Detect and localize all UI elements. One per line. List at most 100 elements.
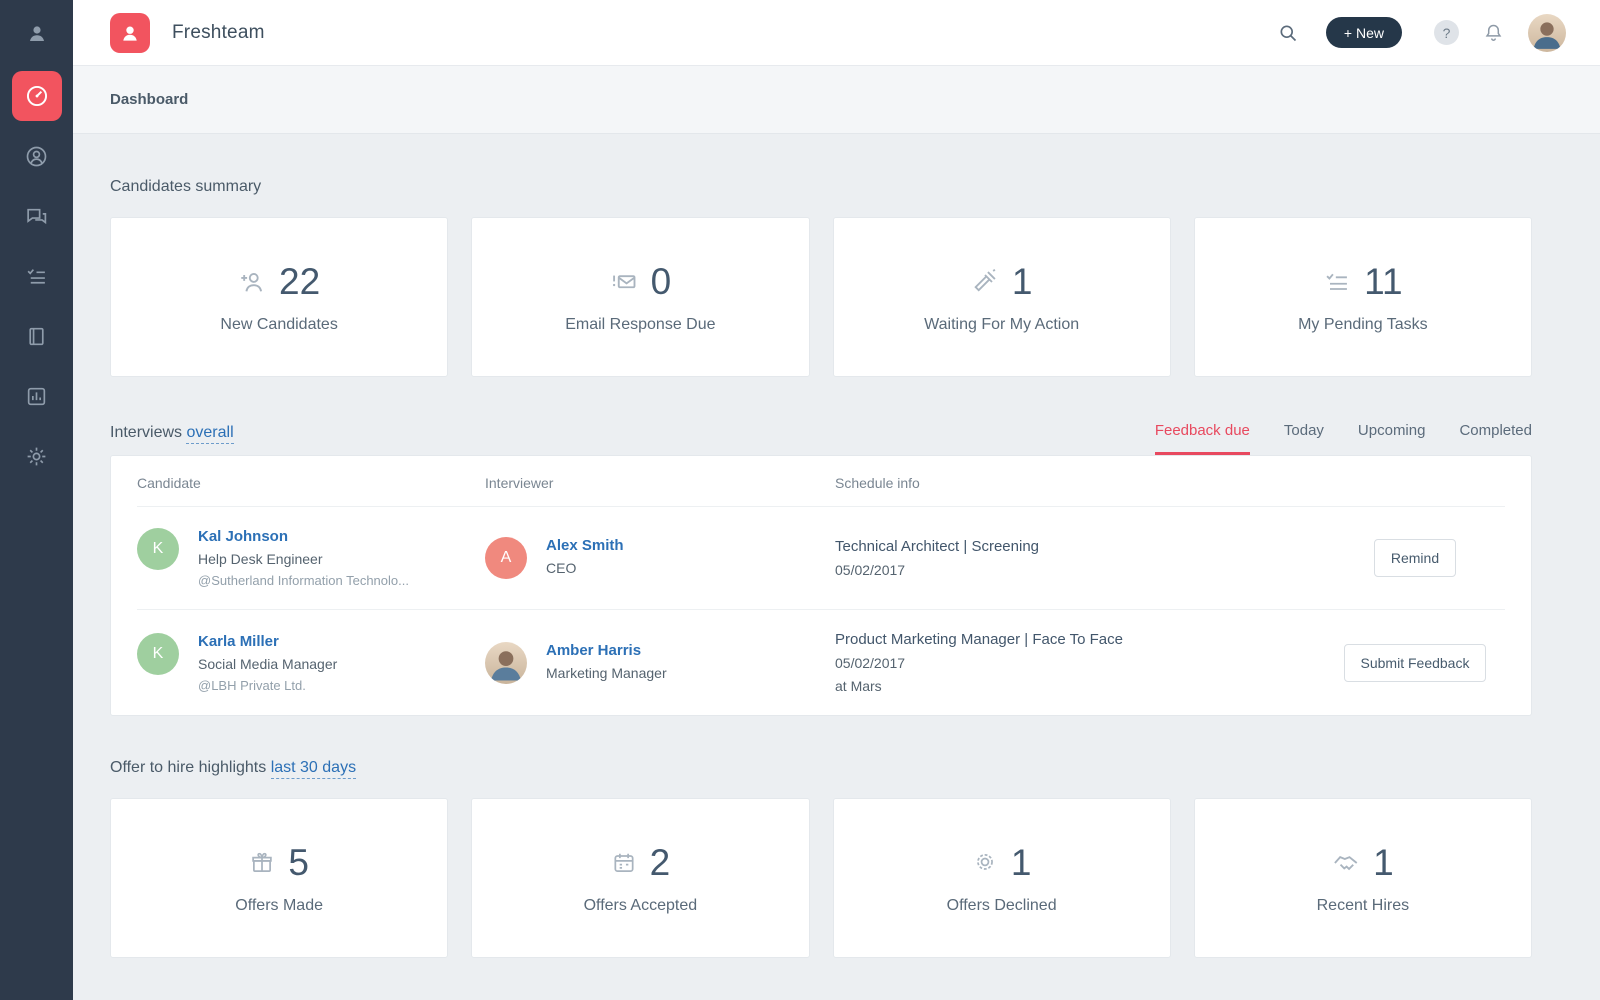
stat-value: 1 (1373, 841, 1394, 883)
avatar: A (485, 537, 527, 579)
offers-title: Offer to hire highlights (110, 759, 267, 776)
calendar-icon (611, 850, 637, 876)
sidebar-item-user[interactable] (0, 0, 73, 66)
stat-value: 2 (649, 841, 671, 883)
column-interviewer: Interviewer (485, 475, 554, 491)
interviews-table-header: Candidate Interviewer Schedule info (137, 456, 1505, 507)
gift-icon (249, 850, 275, 876)
candidates-icon (25, 145, 48, 168)
conversations-icon (25, 205, 48, 228)
dashboard-icon (11, 71, 62, 121)
candidates-summary-title: Candidates summary (110, 178, 262, 195)
freshteam-logo[interactable] (110, 12, 150, 53)
column-schedule-info: Schedule info (835, 475, 920, 491)
candidate-company: @Sutherland Information Technolo... (198, 573, 409, 588)
interviewer-role: CEO (546, 560, 577, 576)
sidebar (0, 0, 73, 1000)
notifications-bell-icon[interactable] (1483, 22, 1504, 43)
sidebar-item-dashboard[interactable] (0, 66, 73, 126)
candidate-company: @LBH Private Ltd. (198, 677, 306, 693)
stat-label: My Pending Tasks (1298, 315, 1428, 333)
tab-completed[interactable]: Completed (1459, 422, 1532, 455)
card-email-response-due[interactable]: 0 Email Response Due (471, 217, 810, 377)
offers-section-head: Offer to hire highlights last 30 days (110, 759, 1532, 779)
table-row: K Kal Johnson Help Desk Engineer @Suther… (137, 507, 1505, 609)
sidebar-item-conversations[interactable] (0, 186, 73, 246)
sidebar-item-settings[interactable] (0, 426, 73, 486)
card-offers-declined[interactable]: 1 Offers Declined (832, 798, 1171, 958)
interviewer-role: Marketing Manager (546, 664, 667, 681)
tab-upcoming[interactable]: Upcoming (1358, 422, 1426, 455)
sidebar-item-reports[interactable] (0, 366, 73, 426)
tab-feedback-due[interactable]: Feedback due (1154, 422, 1250, 455)
interviews-section-head: Interviews overall Feedback due Today Up… (110, 422, 1532, 455)
checklist-icon (1323, 268, 1351, 296)
card-new-candidates[interactable]: 22 New Candidates (110, 217, 449, 377)
interviewer-cell: A Alex Smith CEO (485, 537, 835, 579)
interviewer-cell: Amber Harris Marketing Manager (485, 641, 835, 684)
gavel-icon (971, 268, 999, 296)
badge-icon (972, 850, 998, 876)
stat-value: 0 (650, 260, 672, 302)
email-alert-icon (610, 268, 638, 296)
card-waiting-for-my-action[interactable]: 1 Waiting For My Action (832, 217, 1171, 377)
card-offers-accepted[interactable]: 2 Offers Accepted (471, 798, 810, 958)
card-offers-made[interactable]: 5 Offers Made (110, 798, 449, 958)
card-recent-hires[interactable]: 1 Recent Hires (1193, 798, 1532, 958)
interviews-tabs: Feedback due Today Upcoming Completed (1154, 422, 1532, 455)
stat-value: 22 (279, 260, 321, 302)
interviews-title: Interviews (110, 424, 183, 441)
candidate-name-link[interactable]: Kal Johnson (198, 528, 409, 545)
stat-label: Waiting For My Action (924, 315, 1080, 333)
card-my-pending-tasks[interactable]: 11 My Pending Tasks (1193, 217, 1532, 377)
breadcrumb-bar: Dashboard (73, 66, 1600, 134)
interviewer-name-link[interactable]: Amber Harris (546, 642, 667, 659)
submit-feedback-button[interactable]: Submit Feedback (1343, 643, 1487, 682)
stat-label: Email Response Due (565, 315, 716, 333)
stat-label: Offers Made (235, 896, 323, 914)
schedule-date: 05/02/2017 (835, 655, 906, 671)
candidate-name-link[interactable]: Karla Miller (198, 633, 337, 650)
stat-label: Recent Hires (1316, 896, 1410, 914)
profile-avatar[interactable] (1528, 13, 1566, 52)
job-postings-icon (25, 325, 48, 348)
interviews-table: Candidate Interviewer Schedule info K Ka… (110, 455, 1532, 716)
avatar: K (137, 528, 179, 570)
stat-label: Offers Declined (946, 896, 1057, 914)
breadcrumb[interactable]: Dashboard (110, 91, 188, 108)
dashboard-content: Candidates summary 22 New Candidates 0 E… (73, 134, 1600, 1000)
tab-today[interactable]: Today (1284, 422, 1324, 455)
schedule-position: Technical Architect | Screening (835, 538, 1040, 555)
sidebar-item-tasks[interactable] (0, 246, 73, 306)
candidates-summary-cards: 22 New Candidates 0 Email Response Due 1… (110, 217, 1532, 377)
stat-value: 1 (1010, 841, 1032, 883)
avatar (485, 641, 527, 684)
schedule-location: at Mars (835, 678, 882, 694)
stat-label: New Candidates (220, 315, 338, 333)
new-button[interactable]: + New (1325, 17, 1402, 48)
candidate-cell: K Kal Johnson Help Desk Engineer @Suther… (137, 528, 485, 588)
remind-button[interactable]: Remind (1373, 539, 1457, 577)
add-candidate-icon (238, 268, 266, 296)
sidebar-item-job-postings[interactable] (0, 306, 73, 366)
sidebar-item-candidates[interactable] (0, 126, 73, 186)
stat-value: 11 (1364, 260, 1403, 302)
column-candidate: Candidate (137, 475, 201, 491)
reports-icon (25, 385, 48, 408)
help-button[interactable]: ? (1434, 20, 1459, 45)
candidate-role: Social Media Manager (198, 655, 338, 672)
schedule-cell: Technical Architect | Screening 05/02/20… (835, 538, 1325, 578)
app-name: Freshteam (172, 21, 265, 43)
handshake-icon (1332, 849, 1360, 877)
candidate-cell: K Karla Miller Social Media Manager @LBH… (137, 632, 485, 693)
offers-cards: 5 Offers Made 2 Offers Accepted 1 Offers… (110, 798, 1532, 958)
stat-value: 5 (288, 841, 309, 883)
interviews-scope-dropdown[interactable]: overall (186, 424, 234, 444)
stat-label: Offers Accepted (583, 896, 698, 914)
schedule-position: Product Marketing Manager | Face To Face (835, 631, 1123, 648)
schedule-cell: Product Marketing Manager | Face To Face… (835, 631, 1325, 694)
interviewer-name-link[interactable]: Alex Smith (546, 537, 624, 554)
search-icon[interactable] (1278, 23, 1298, 43)
offers-scope-dropdown[interactable]: last 30 days (270, 759, 357, 779)
avatar: K (137, 632, 179, 675)
